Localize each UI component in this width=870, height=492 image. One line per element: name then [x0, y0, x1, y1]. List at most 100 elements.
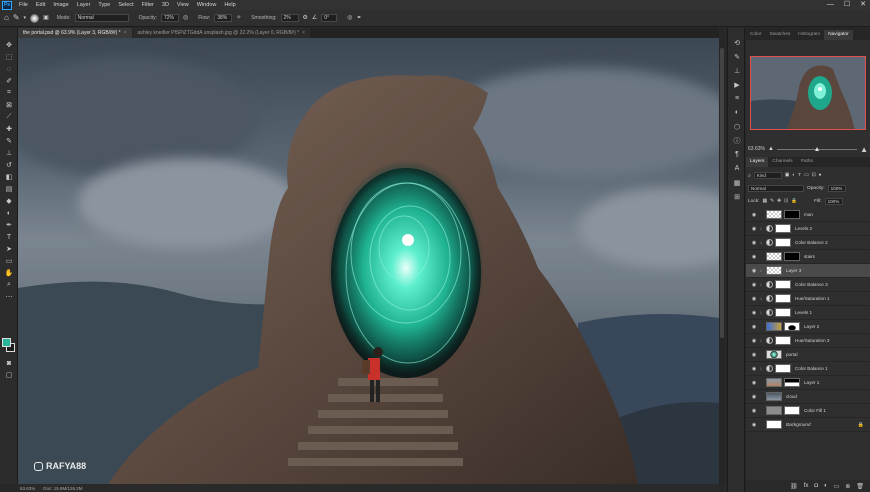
navigator-preview[interactable] [750, 56, 866, 130]
tab-color[interactable]: Color [746, 30, 765, 40]
zoom-out-icon[interactable]: ▲ [768, 146, 774, 152]
layer-row[interactable]: ◉ stairs [746, 250, 870, 264]
lock-position-icon[interactable]: ✥ [777, 199, 781, 204]
layer-row[interactable]: ◉ ↓ Color Balance 2 [746, 236, 870, 250]
document-canvas[interactable]: RAFYA88 [18, 38, 719, 484]
move-tool-icon[interactable]: ✥ [3, 40, 15, 50]
airbrush-icon[interactable]: ✧ [236, 14, 241, 22]
filter-adjustment-icon[interactable]: ◐ [792, 173, 795, 178]
eyedropper-tool-icon[interactable]: ⟋ [3, 112, 15, 122]
menu-window[interactable]: Window [193, 0, 221, 10]
eye-icon[interactable]: ◉ [750, 408, 758, 414]
blur-tool-icon[interactable]: ◆ [3, 196, 15, 206]
clone-stamp-tool-icon[interactable]: ⊥ [3, 148, 15, 158]
tab-layers[interactable]: Layers [746, 157, 769, 167]
hand-tool-icon[interactable]: ✋ [3, 268, 15, 278]
pen-tool-icon[interactable]: ✒ [3, 220, 15, 230]
filter-type-icon[interactable]: T [798, 173, 801, 178]
lock-pixels-icon[interactable]: ▦ [762, 199, 767, 204]
eye-icon[interactable]: ◉ [750, 268, 758, 274]
eye-icon[interactable]: ◉ [750, 338, 758, 344]
eye-icon[interactable]: ◉ [750, 240, 758, 246]
marquee-tool-icon[interactable]: ⬚ [3, 52, 15, 62]
layer-row[interactable]: ◉ Color Fill 1 [746, 404, 870, 418]
zoom-slider-knob[interactable] [814, 146, 819, 151]
eye-icon[interactable]: ◉ [750, 394, 758, 400]
brush-tool-icon[interactable]: ✎ [13, 14, 20, 22]
dodge-tool-icon[interactable]: ◐ [3, 208, 15, 218]
pressure-size-icon[interactable]: ◎ [347, 14, 352, 22]
brush-settings-icon[interactable]: ✎ [732, 52, 742, 61]
more-tools-icon[interactable]: ⋯ [3, 292, 15, 302]
rectangle-tool-icon[interactable]: ▭ [3, 256, 15, 266]
layer-row[interactable]: ◉ ↓ Levels 1 [746, 306, 870, 320]
filter-pixel-icon[interactable]: ▣ [785, 173, 790, 178]
status-zoom[interactable]: 63.63% [20, 486, 35, 491]
foreground-color-swatch[interactable] [2, 338, 11, 347]
zoom-tool-icon[interactable]: ⌕ [3, 280, 15, 290]
fx-icon[interactable]: fx [804, 483, 809, 489]
menu-layer[interactable]: Layer [73, 0, 95, 10]
layer-row[interactable]: ◉ ↓ Levels 2 [746, 222, 870, 236]
new-adjustment-icon[interactable]: ◐ [824, 483, 828, 489]
tab-ashley-knedler[interactable]: ashley knedler PfSPiZTGddA unsplash.jpg … [132, 28, 311, 38]
layer-mask-thumbnail[interactable] [775, 336, 791, 345]
eye-icon[interactable]: ◉ [750, 226, 758, 232]
3d-icon[interactable]: ⬡ [732, 122, 742, 131]
new-group-icon[interactable]: ▭ [834, 483, 840, 490]
layer-mask-thumbnail[interactable] [784, 322, 800, 331]
symmetry-icon[interactable]: ⚭ [357, 14, 362, 22]
gear-icon[interactable]: ⚙ [303, 14, 308, 22]
status-doc-size[interactable]: Doc: 15.9M/126.2M [43, 486, 82, 491]
lock-all-icon[interactable]: 🔒 [791, 199, 797, 204]
eye-icon[interactable]: ◉ [750, 254, 758, 260]
layer-row[interactable]: ◉ ↓ Color Balance 1 [746, 362, 870, 376]
eye-icon[interactable]: ◉ [750, 324, 758, 330]
layer-row[interactable]: ◉ ↓ Color Balance 3 [746, 278, 870, 292]
menu-file[interactable]: File [15, 0, 32, 10]
menu-view[interactable]: View [173, 0, 193, 10]
eye-icon[interactable]: ◉ [750, 422, 758, 428]
layer-mask-thumbnail[interactable] [775, 308, 791, 317]
layer-row[interactable]: ◉ ↓ Hue/Saturation 3 [746, 334, 870, 348]
info-icon[interactable]: ⓘ [732, 136, 742, 145]
menu-edit[interactable]: Edit [32, 0, 49, 10]
layer-mask-thumbnail[interactable] [775, 238, 791, 247]
eraser-tool-icon[interactable]: ◧ [3, 172, 15, 182]
navigator-zoom-value[interactable]: 63.63% [748, 146, 765, 152]
zoom-slider[interactable] [776, 146, 858, 151]
mode-select[interactable]: Normal [74, 14, 129, 22]
brush-settings-icon[interactable]: ▣ [43, 14, 49, 22]
menu-help[interactable]: Help [220, 0, 239, 10]
tab-swatches[interactable]: Swatches [765, 30, 794, 40]
eye-icon[interactable]: ◉ [750, 296, 758, 302]
filter-smart-icon[interactable]: ⊡ [812, 173, 816, 178]
paragraph-icon[interactable]: ¶ [732, 150, 742, 159]
chevron-down-icon[interactable]: ▾ [24, 14, 27, 22]
frame-tool-icon[interactable]: ⊠ [3, 100, 15, 110]
healing-brush-tool-icon[interactable]: ✚ [3, 124, 15, 134]
adjustments-icon[interactable]: ◐ [732, 108, 742, 117]
maximize-icon[interactable]: ☐ [844, 0, 850, 10]
layer-fill-field[interactable]: 100% [824, 198, 843, 205]
menu-type[interactable]: Type [94, 0, 114, 10]
quick-mask-icon[interactable]: ◙ [3, 358, 15, 368]
blend-mode-select[interactable]: Normal [748, 185, 804, 192]
lock-paint-icon[interactable]: ✎ [770, 199, 774, 204]
layer-mask-thumbnail[interactable] [775, 294, 791, 303]
layer-mask-thumbnail[interactable] [775, 280, 791, 289]
angle-icon[interactable]: ∠ [312, 14, 317, 22]
layer-row[interactable]: ◉ ↓ Layer 3 [746, 264, 870, 278]
brush-tool-icon[interactable]: ✎ [3, 136, 15, 146]
layer-mask-thumbnail[interactable] [784, 378, 800, 387]
crop-tool-icon[interactable]: ⌗ [3, 88, 15, 98]
photoshop-logo-icon[interactable]: Ps [2, 0, 12, 10]
flow-field[interactable]: 38% [214, 14, 233, 22]
gradient-tool-icon[interactable]: ▤ [3, 184, 15, 194]
layer-row[interactable]: ◉ cloud [746, 390, 870, 404]
history-icon[interactable]: ⟲ [732, 38, 742, 47]
layer-mask-thumbnail[interactable] [784, 210, 800, 219]
clone-source-icon[interactable]: ⊥ [732, 66, 742, 75]
opacity-field[interactable]: 72% [160, 14, 179, 22]
layer-row[interactable]: ◉ portal [746, 348, 870, 362]
